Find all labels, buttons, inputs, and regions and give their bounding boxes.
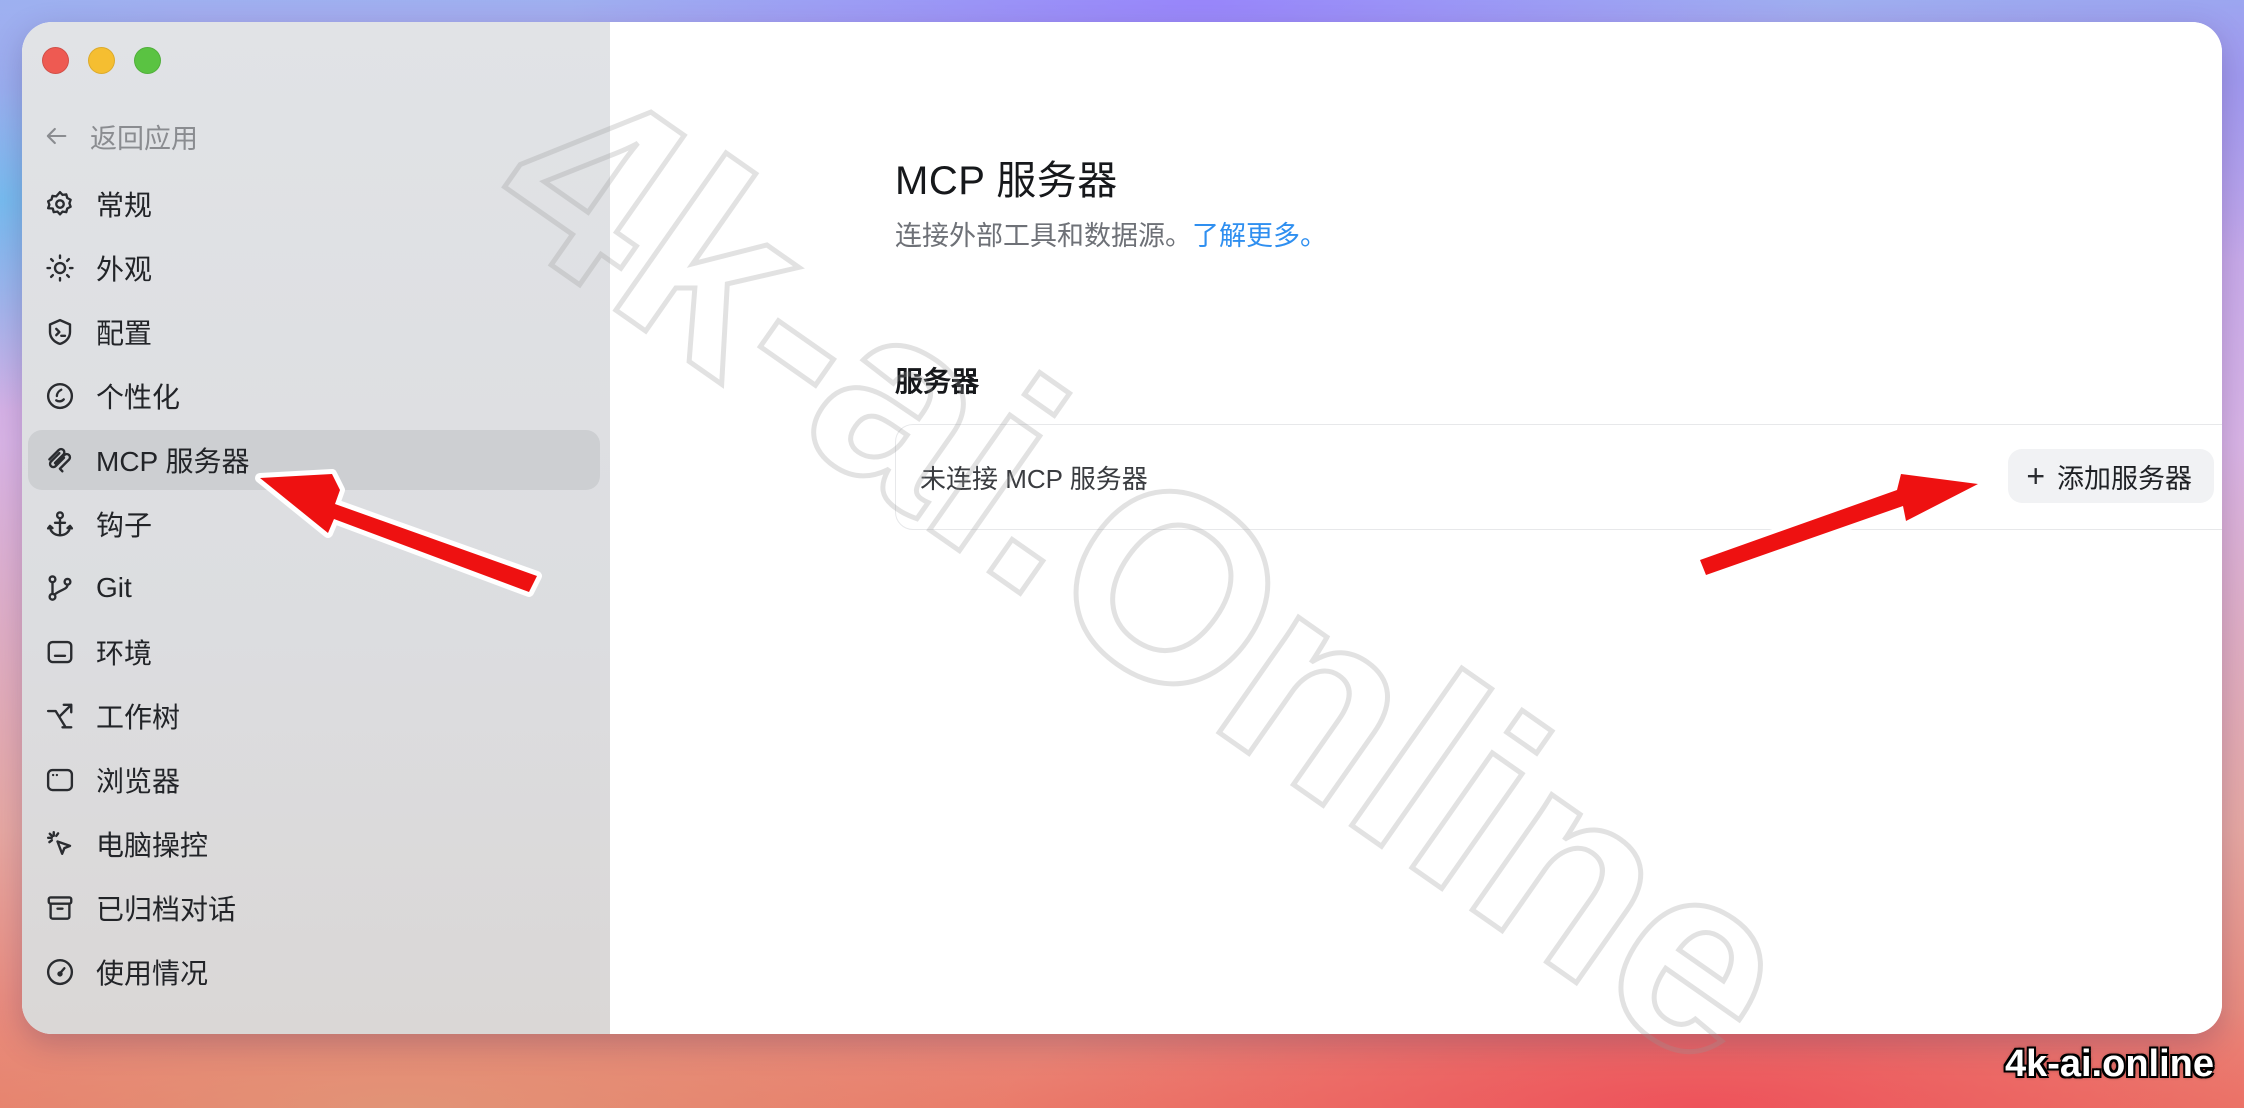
add-server-label: 添加服务器 (2057, 463, 2192, 494)
mcp-icon (44, 444, 76, 476)
face-icon (44, 380, 76, 412)
sidebar-item-personalization[interactable]: 个性化 (28, 366, 600, 426)
empty-state-text: 未连接 MCP 服务器 (920, 464, 1148, 494)
learn-more-link[interactable]: 了解更多。 (1192, 221, 1327, 251)
cursor-click-icon (44, 828, 76, 860)
sidebar-item-label: 已归档对话 (96, 894, 237, 925)
corner-watermark-label: 4k-ai.online (2004, 1043, 2214, 1085)
back-label: 返回应用 (90, 123, 198, 154)
settings-window: 返回应用 常规 外观 配置 个性化 MCP 服务器 钩子 Git 环境 工作树 … (22, 22, 2222, 1034)
gear-icon (44, 188, 76, 220)
sidebar-item-label: Git (96, 572, 132, 603)
sidebar: 返回应用 常规 外观 配置 个性化 MCP 服务器 钩子 Git 环境 工作树 … (22, 22, 610, 1034)
shield-terminal-icon (44, 316, 76, 348)
sidebar-item-environment[interactable]: 环境 (28, 622, 600, 682)
archive-icon (44, 892, 76, 924)
gauge-icon (44, 956, 76, 988)
sidebar-item-label: 工作树 (96, 702, 181, 733)
sidebar-item-label: 外观 (96, 254, 153, 285)
browser-icon (44, 764, 76, 796)
anchor-icon (44, 508, 76, 540)
sidebar-item-label: 钩子 (96, 510, 153, 541)
sidebar-item-general[interactable]: 常规 (28, 174, 600, 234)
minimize-window-button[interactable] (88, 47, 115, 74)
sun-icon (44, 252, 76, 284)
sidebar-item-mcp-servers[interactable]: MCP 服务器 (28, 430, 600, 490)
close-window-button[interactable] (42, 47, 69, 74)
add-server-button[interactable]: + 添加服务器 (2008, 449, 2214, 503)
sidebar-item-usage[interactable]: 使用情况 (28, 942, 600, 1002)
sidebar-item-label: 环境 (96, 638, 153, 669)
git-branch-icon (44, 572, 76, 604)
sidebar-item-computer-use[interactable]: 电脑操控 (28, 814, 600, 874)
sidebar-item-git[interactable]: Git (28, 558, 600, 618)
sidebar-item-appearance[interactable]: 外观 (28, 238, 600, 298)
sidebar-item-label: 个性化 (96, 382, 181, 413)
sidebar-item-label: 使用情况 (96, 958, 209, 989)
settings-nav: 常规 外观 配置 个性化 MCP 服务器 钩子 Git 环境 工作树 浏览器 电… (28, 174, 600, 1006)
sidebar-item-config[interactable]: 配置 (28, 302, 600, 362)
environment-icon (44, 636, 76, 668)
sidebar-item-worktree[interactable]: 工作树 (28, 686, 600, 746)
plus-icon: + (2026, 457, 2045, 494)
sidebar-item-label: 浏览器 (96, 766, 181, 797)
back-to-app-link[interactable]: 返回应用 (42, 116, 198, 156)
sidebar-item-label: 常规 (96, 190, 153, 221)
zoom-window-button[interactable] (134, 47, 161, 74)
sidebar-item-label: 电脑操控 (96, 830, 209, 861)
arrow-left-icon (46, 127, 67, 145)
sidebar-item-browser[interactable]: 浏览器 (28, 750, 600, 810)
section-label-servers: 服务器 (895, 366, 980, 397)
sidebar-item-archived-chats[interactable]: 已归档对话 (28, 878, 600, 938)
sidebar-item-hooks[interactable]: 钩子 (28, 494, 600, 554)
description-text: 连接外部工具和数据源。 (895, 221, 1192, 251)
page-title: MCP 服务器 (895, 159, 1118, 203)
sidebar-item-label: MCP 服务器 (96, 446, 250, 477)
main-panel: MCP 服务器 连接外部工具和数据源。了解更多。 服务器 未连接 MCP 服务器… (610, 22, 2222, 1034)
worktree-icon (44, 700, 76, 732)
sidebar-item-label: 配置 (96, 318, 153, 349)
page-description: 连接外部工具和数据源。了解更多。 (895, 214, 1327, 253)
servers-card: 未连接 MCP 服务器 + 添加服务器 (895, 424, 2222, 530)
